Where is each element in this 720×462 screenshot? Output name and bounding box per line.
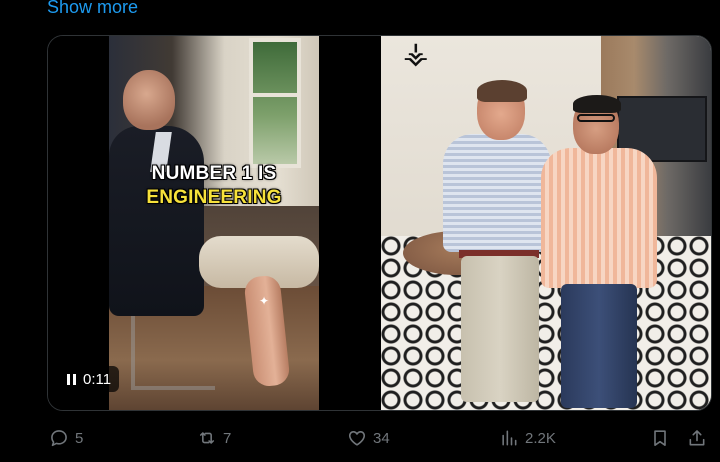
post-action-bar: 5 7 34 2.2K (47, 425, 720, 451)
video-scene-window (249, 38, 301, 168)
video-person-head (123, 70, 175, 130)
heart-icon (348, 431, 366, 446)
reply-icon (51, 430, 67, 447)
analytics-icon (502, 430, 517, 446)
video-timer-badge[interactable]: 0:11 (61, 366, 120, 392)
sparkle-icon: ✦ (259, 294, 270, 308)
share-icon (689, 430, 705, 446)
show-more-link[interactable]: Show more (47, 0, 138, 18)
chandelier-icon: ⚶ (403, 37, 429, 70)
repost-count: 7 (223, 429, 232, 447)
photo-person-right (539, 95, 679, 408)
photo[interactable]: ⚶ (381, 36, 711, 410)
pause-icon[interactable] (67, 373, 76, 385)
bookmark-button[interactable] (650, 425, 670, 451)
media-grid: NUMBER 1 IS ENGINEERING ✦ 0:11 ⚶ (47, 35, 712, 411)
repost-icon (199, 432, 215, 444)
like-button[interactable]: 34 (347, 425, 390, 451)
video-caption-line1: NUMBER 1 IS (151, 163, 277, 184)
video-caption: NUMBER 1 IS ENGINEERING (109, 162, 319, 210)
video-frame[interactable]: NUMBER 1 IS ENGINEERING ✦ (109, 36, 319, 410)
view-count: 2.2K (525, 429, 556, 447)
video-timer: 0:11 (83, 370, 112, 388)
reply-count: 5 (75, 429, 84, 447)
video-caption-line2: ENGINEERING (146, 187, 282, 208)
video-player[interactable]: NUMBER 1 IS ENGINEERING ✦ 0:11 (48, 36, 378, 410)
like-count: 34 (373, 429, 390, 447)
views-button[interactable]: 2.2K (499, 425, 556, 451)
repost-button[interactable]: 7 (197, 425, 231, 451)
share-button[interactable] (687, 425, 707, 451)
reply-button[interactable]: 5 (49, 425, 83, 451)
bookmark-icon (654, 430, 666, 446)
